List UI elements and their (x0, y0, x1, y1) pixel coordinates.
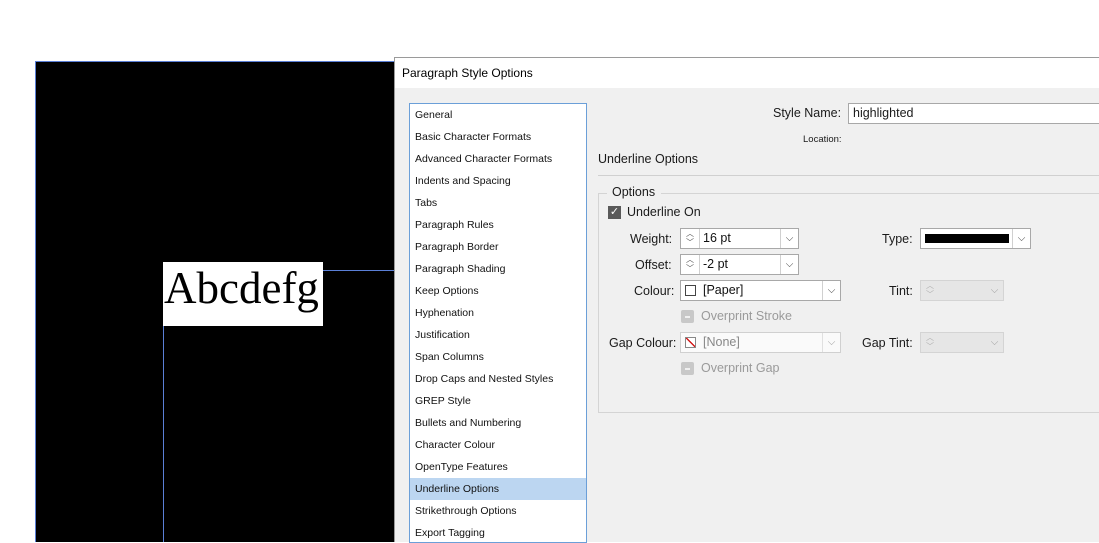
chevron-down-icon[interactable]: ⌵ (780, 229, 798, 248)
category-item-character-colour[interactable]: Character Colour (410, 434, 586, 456)
category-item-justification[interactable]: Justification (410, 324, 586, 346)
location-label: Location: (803, 134, 842, 145)
category-item-tabs[interactable]: Tabs (410, 192, 586, 214)
offset-field[interactable]: ︿ ﹀ -2 pt ⌵ (680, 254, 799, 275)
paragraph-style-options-dialog: Paragraph Style Options General Basic Cha… (394, 57, 1099, 543)
weight-value: 16 pt (703, 231, 731, 245)
solid-line-swatch (925, 234, 1009, 243)
category-item-bullets-and-numbering[interactable]: Bullets and Numbering (410, 412, 586, 434)
chevron-down-icon[interactable]: ⌵ (822, 281, 840, 300)
category-item-paragraph-border[interactable]: Paragraph Border (410, 236, 586, 258)
underline-on-checkbox[interactable]: ✓ (608, 206, 621, 219)
category-item-grep-style[interactable]: GREP Style (410, 390, 586, 412)
checkmark-icon: ✓ (609, 206, 620, 218)
style-name-input[interactable]: highlighted (848, 103, 1099, 124)
underline-on-label[interactable]: Underline On (627, 205, 701, 219)
spinner-arrows-icon[interactable]: ︿ ﹀ (681, 255, 700, 274)
category-item-opentype-features[interactable]: OpenType Features (410, 456, 586, 478)
overprint-gap-label: Overprint Gap (701, 361, 780, 375)
chevron-down-icon: ⌵ (985, 281, 1003, 300)
chevron-down-icon[interactable]: ⌵ (1012, 229, 1030, 248)
gap-tint-label: Gap Tint: (862, 336, 913, 350)
weight-label: Weight: (630, 232, 673, 246)
style-name-label: Style Name: (773, 106, 842, 120)
type-dropdown[interactable]: ⌵ (920, 228, 1031, 249)
category-item-drop-caps-and-nested-styles[interactable]: Drop Caps and Nested Styles (410, 368, 586, 390)
tint-label: Tint: (889, 284, 913, 298)
gap-colour-value: [None] (703, 335, 740, 349)
category-item-indents-and-spacing[interactable]: Indents and Spacing (410, 170, 586, 192)
category-item-underline-options[interactable]: Underline Options (410, 478, 586, 500)
category-item-paragraph-rules[interactable]: Paragraph Rules (410, 214, 586, 236)
offset-value: -2 pt (703, 257, 729, 271)
category-list: General Basic Character Formats Advanced C… (409, 103, 587, 543)
sample-text-frame[interactable]: Abcdefg (163, 262, 323, 326)
spinner-arrows-icon: ︿ ﹀ (921, 281, 940, 300)
section-title: Underline Options (598, 152, 699, 166)
overprint-stroke-checkbox (681, 310, 694, 323)
overprint-stroke-label: Overprint Stroke (701, 309, 793, 323)
chevron-down-icon: ⌵ (822, 333, 840, 352)
dialog-title[interactable]: Paragraph Style Options (395, 58, 1099, 88)
category-item-hyphenation[interactable]: Hyphenation (410, 302, 586, 324)
options-group (598, 193, 1099, 413)
tint-field: ︿ ﹀ ⌵ (920, 280, 1004, 301)
colour-value: [Paper] (703, 283, 744, 297)
category-item-keep-options[interactable]: Keep Options (410, 280, 586, 302)
category-item-general[interactable]: General (410, 104, 586, 126)
category-item-advanced-character-formats[interactable]: Advanced Character Formats (410, 148, 586, 170)
category-item-strikethrough-options[interactable]: Strikethrough Options (410, 500, 586, 522)
none-swatch-icon (685, 337, 696, 348)
paper-swatch-icon (685, 285, 696, 296)
colour-dropdown[interactable]: [Paper] ⌵ (680, 280, 841, 301)
options-group-label: Options (607, 185, 662, 199)
overprint-gap-checkbox (681, 362, 694, 375)
spinner-arrows-icon: ︿ ﹀ (921, 333, 940, 352)
frame-guide-vertical (163, 326, 164, 542)
gap-colour-dropdown: [None] ⌵ (680, 332, 841, 353)
colour-label: Colour: (634, 284, 675, 298)
chevron-down-icon[interactable]: ⌵ (780, 255, 798, 274)
category-item-paragraph-shading[interactable]: Paragraph Shading (410, 258, 586, 280)
frame-guide-horizontal (323, 270, 395, 271)
category-item-span-columns[interactable]: Span Columns (410, 346, 586, 368)
gap-tint-field: ︿ ﹀ ⌵ (920, 332, 1004, 353)
category-item-basic-character-formats[interactable]: Basic Character Formats (410, 126, 586, 148)
gap-colour-label: Gap Colour: (609, 336, 677, 350)
chevron-down-icon: ⌵ (985, 333, 1003, 352)
spinner-arrows-icon[interactable]: ︿ ﹀ (681, 229, 700, 248)
type-label: Type: (882, 232, 913, 246)
offset-label: Offset: (635, 258, 672, 272)
category-item-export-tagging[interactable]: Export Tagging (410, 522, 586, 542)
weight-field[interactable]: ︿ ﹀ 16 pt ⌵ (680, 228, 799, 249)
section-divider (598, 175, 1099, 176)
